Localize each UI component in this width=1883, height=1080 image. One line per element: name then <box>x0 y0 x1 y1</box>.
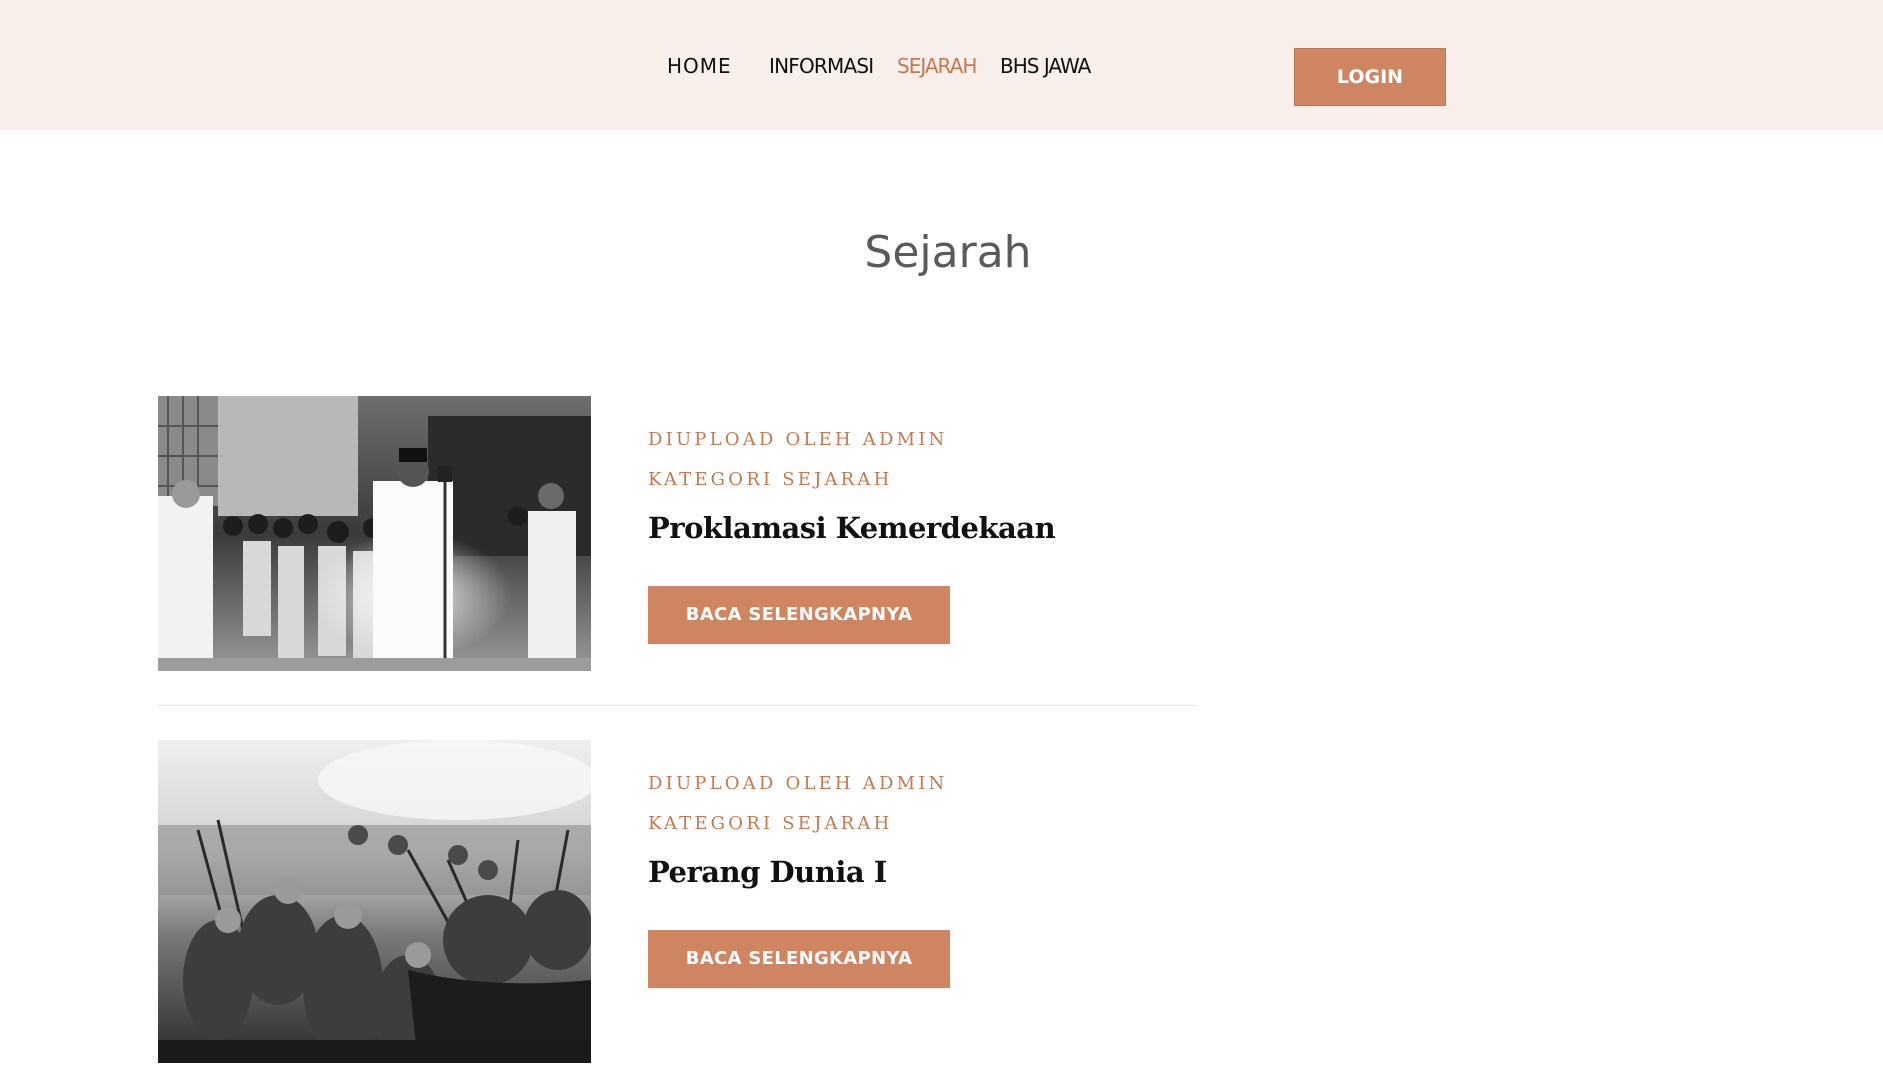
nav-item-home[interactable]: HOME <box>667 50 732 82</box>
nav-item-sejarah[interactable]: SEJARAH <box>897 50 977 82</box>
read-more-button[interactable]: BACA SELENGKAPNYA <box>648 930 950 988</box>
post-category[interactable]: KATEGORI SEJARAH <box>648 468 893 492</box>
post-author: DIUPLOAD OLEH ADMIN <box>648 429 948 450</box>
post-title[interactable]: Proklamasi Kemerdekaan <box>648 508 1056 548</box>
post-thumbnail-proklamasi[interactable] <box>158 396 591 671</box>
read-more-button[interactable]: BACA SELENGKAPNYA <box>648 586 950 644</box>
post-thumbnail-perang-dunia[interactable] <box>158 740 591 1063</box>
post-author: DIUPLOAD OLEH ADMIN <box>648 773 948 794</box>
login-button[interactable]: LOGIN <box>1294 48 1446 106</box>
post-divider <box>158 705 1198 706</box>
proclamation-photo <box>158 396 591 671</box>
war-photo <box>158 740 591 1063</box>
nav-item-informasi[interactable]: INFORMASI <box>769 50 874 82</box>
post-card: DIUPLOAD OLEH ADMIN KATEGORI SEJARAH Pro… <box>158 396 1198 706</box>
post-card: DIUPLOAD OLEH ADMIN KATEGORI SEJARAH Per… <box>158 740 1198 1064</box>
site-header: HOME INFORMASI SEJARAH BHS JAWA LOGIN <box>0 0 1883 130</box>
post-title[interactable]: Perang Dunia I <box>648 852 887 892</box>
nav-item-bhs-jawa[interactable]: BHS JAWA <box>1000 50 1091 82</box>
post-category[interactable]: KATEGORI SEJARAH <box>648 812 893 836</box>
page-title: Sejarah <box>864 227 1032 278</box>
